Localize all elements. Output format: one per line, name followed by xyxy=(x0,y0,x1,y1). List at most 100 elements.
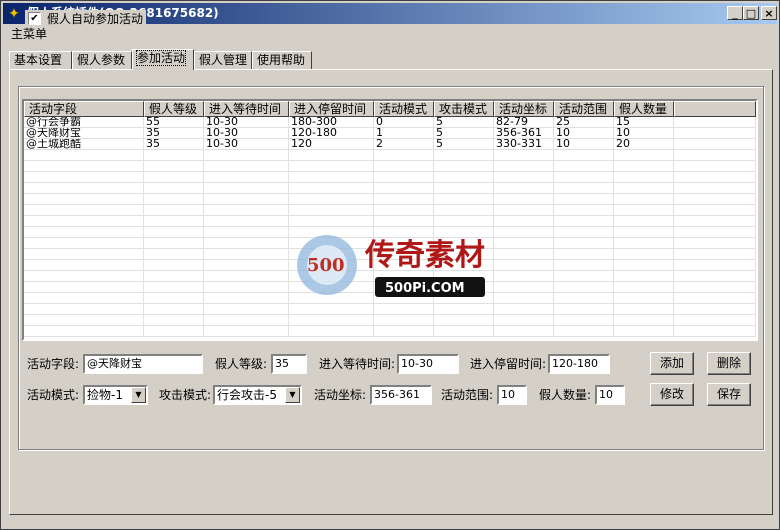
table-cell: 10 xyxy=(614,128,674,139)
table-cell xyxy=(554,161,614,172)
table-cell xyxy=(24,227,144,238)
table-cell xyxy=(24,304,144,315)
wait-time-label: 进入等待时间: xyxy=(319,357,396,371)
attack-mode-select[interactable]: 行会攻击-5 ▼ xyxy=(213,385,302,405)
table-cell: 5 xyxy=(434,128,494,139)
count-input[interactable]: 10 xyxy=(595,385,625,405)
table-cell xyxy=(289,172,374,183)
table-cell xyxy=(374,205,434,216)
table-cell-filler xyxy=(674,150,756,161)
column-header[interactable]: 攻击模式 xyxy=(434,101,494,117)
activity-field-input[interactable]: @天降财宝 xyxy=(83,354,203,374)
column-header[interactable]: 进入停留时间 xyxy=(289,101,374,117)
table-cell xyxy=(554,304,614,315)
table-cell-filler xyxy=(674,117,756,128)
table-cell xyxy=(289,161,374,172)
save-button[interactable]: 保存 xyxy=(707,383,751,406)
table-cell xyxy=(614,260,674,271)
delete-button[interactable]: 删除 xyxy=(707,352,751,375)
auto-join-checkbox[interactable]: ✔ xyxy=(28,12,41,25)
table-cell xyxy=(144,326,204,337)
table-cell xyxy=(289,205,374,216)
column-header[interactable]: 活动坐标 xyxy=(494,101,554,117)
table-cell: 120 xyxy=(289,139,374,150)
maximize-button[interactable]: □ xyxy=(743,6,759,20)
table-cell xyxy=(434,172,494,183)
table-row[interactable]: @土城跑酷 35 10-30 120 2 5 330-331 10 20 xyxy=(24,139,756,150)
table-cell xyxy=(204,326,289,337)
column-header[interactable]: 活动范围 xyxy=(554,101,614,117)
modify-button[interactable]: 修改 xyxy=(650,383,694,406)
tab-bot-management[interactable]: 假人管理 xyxy=(194,51,252,69)
watermark-sub: 500Pi.COM xyxy=(385,281,465,296)
table-cell xyxy=(554,282,614,293)
count-label: 假人数量: xyxy=(539,388,592,402)
table-cell xyxy=(614,304,674,315)
table-row xyxy=(24,183,756,194)
table-cell xyxy=(434,194,494,205)
table-cell xyxy=(144,172,204,183)
coord-input[interactable]: 356-361 xyxy=(370,385,432,405)
menu-main[interactable]: 主菜单 xyxy=(11,26,47,42)
table-cell xyxy=(494,194,554,205)
chevron-down-icon[interactable]: ▼ xyxy=(285,387,300,403)
table-cell xyxy=(374,315,434,326)
table-cell xyxy=(494,150,554,161)
table-cell xyxy=(434,161,494,172)
table-cell xyxy=(144,150,204,161)
range-input[interactable]: 10 xyxy=(497,385,527,405)
tab-bot-params[interactable]: 假人参数 xyxy=(72,51,132,69)
tab-help[interactable]: 使用帮助 xyxy=(252,51,312,69)
column-header-filler xyxy=(674,101,756,117)
table-cell xyxy=(494,315,554,326)
table-cell: 35 xyxy=(144,128,204,139)
table-cell-filler xyxy=(674,238,756,249)
chevron-down-icon[interactable]: ▼ xyxy=(131,387,146,403)
range-label: 活动范围: xyxy=(441,388,494,402)
level-label: 假人等级: xyxy=(215,357,268,371)
level-input[interactable]: 35 xyxy=(271,354,307,374)
table-cell: 120-180 xyxy=(289,128,374,139)
minimize-button[interactable]: _ xyxy=(727,6,743,20)
table-cell: @行会争霸 xyxy=(24,117,144,128)
column-header[interactable]: 假人等级 xyxy=(144,101,204,117)
table-cell xyxy=(24,172,144,183)
table-cell: 55 xyxy=(144,117,204,128)
table-cell xyxy=(24,205,144,216)
table-cell xyxy=(289,304,374,315)
auto-join-label: 假人自动参加活动 xyxy=(47,12,144,26)
tab-basic-settings[interactable]: 基本设置 xyxy=(9,51,72,69)
table-cell xyxy=(204,216,289,227)
table-row[interactable]: @天降财宝 35 10-30 120-180 1 5 356-361 10 10 xyxy=(24,128,756,139)
table-cell xyxy=(614,227,674,238)
table-row[interactable]: @行会争霸 55 10-30 180-300 0 5 82-79 25 15 xyxy=(24,117,756,128)
table-cell xyxy=(614,161,674,172)
activity-mode-select[interactable]: 捡物-1 ▼ xyxy=(83,385,148,405)
stay-time-label: 进入停留时间: xyxy=(470,357,547,371)
table-cell xyxy=(24,150,144,161)
add-button[interactable]: 添加 xyxy=(650,352,694,375)
table-cell xyxy=(614,282,674,293)
table-cell xyxy=(434,205,494,216)
stay-time-input[interactable]: 120-180 xyxy=(548,354,610,374)
table-cell: 82-79 xyxy=(494,117,554,128)
table-cell xyxy=(494,161,554,172)
close-button[interactable]: × xyxy=(761,6,777,20)
table-cell: 1 xyxy=(374,128,434,139)
wait-time-input[interactable]: 10-30 xyxy=(397,354,459,374)
column-header[interactable]: 活动模式 xyxy=(374,101,434,117)
column-header[interactable]: 活动字段 xyxy=(24,101,144,117)
table-cell xyxy=(24,282,144,293)
table-cell xyxy=(614,216,674,227)
tab-join-activity[interactable]: 参加活动 xyxy=(132,49,194,70)
auto-join-option[interactable]: ✔ 假人自动参加活动 xyxy=(25,10,147,27)
field-label: 活动字段: xyxy=(27,357,80,371)
column-header[interactable]: 假人数量 xyxy=(614,101,674,117)
table-cell-filler xyxy=(674,304,756,315)
table-row xyxy=(24,205,756,216)
table-row xyxy=(24,315,756,326)
table-cell xyxy=(434,315,494,326)
coord-label: 活动坐标: xyxy=(314,388,367,402)
table-cell xyxy=(614,326,674,337)
column-header[interactable]: 进入等待时间 xyxy=(204,101,289,117)
